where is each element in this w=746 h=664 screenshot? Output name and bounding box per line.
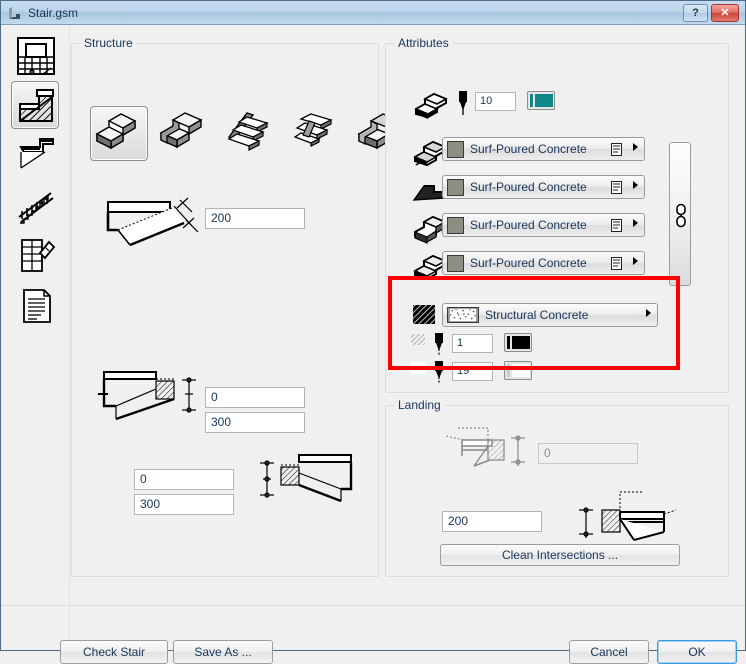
material-swatch [447,179,464,196]
sidebar-item-tread[interactable] [11,131,59,179]
slab-thickness-diagram [106,197,199,247]
material-top[interactable]: Surf-Poured Concrete [442,137,645,161]
material-swatch [447,217,464,234]
material-label: Surf-Poured Concrete [470,142,587,156]
pen-color-bar [530,94,533,107]
stair-tread-icon [19,138,54,169]
pen-color-button[interactable] [527,91,555,110]
cancel-button[interactable]: Cancel [569,640,649,664]
fill-pen-color-button[interactable] [504,333,532,352]
dialog-body: Structure 200 0 300 0 300 Attributes 10 … [1,25,745,664]
chain-link-icon [676,203,686,228]
material-bottom[interactable]: Surf-Poured Concrete [442,213,645,237]
structure-group-title: Structure [80,36,137,50]
landing-lower-input[interactable]: 200 [442,511,542,532]
dropdown-arrow-icon [633,257,638,265]
landing-group-title: Landing [394,398,445,412]
footer-separator [1,605,745,606]
material-label: Surf-Poured Concrete [470,256,587,270]
stair-3d-icon [414,92,448,119]
dropdown-arrow-icon [633,181,638,189]
fill-type-label: Structural Concrete [485,308,589,322]
material-side[interactable]: Surf-Poured Concrete [442,175,645,199]
pen-nib-icon [435,333,443,355]
document-icon [611,257,622,270]
link-materials-button[interactable] [669,142,691,286]
stair-structure-icon [19,89,54,122]
stair-app-icon [9,7,20,19]
save-as-button[interactable]: Save As ... [173,640,273,664]
background-pen-color-button[interactable] [504,361,532,380]
fill-pen-swatch-block [512,336,530,349]
sidebar-item-geometry[interactable] [11,231,59,279]
ok-button[interactable]: OK [657,640,737,664]
clean-intersections-button[interactable]: Clean Intersections ... [440,544,680,566]
lower-offset-diagram [260,454,353,503]
structure-type-1[interactable] [90,106,148,161]
sidebar-item-listing[interactable] [11,281,59,329]
pen-nib-icon [435,361,443,383]
attributes-group: Attributes 10 Surf-Poured Concrete Surf-… [385,36,729,393]
stair-geometry-icon [21,239,56,272]
document-icon [611,181,622,194]
title-bar: Stair.gsm ? ✕ [1,1,745,25]
material-end[interactable]: Surf-Poured Concrete [442,251,645,275]
landing-lower-diagram [579,491,677,541]
structure-group: Structure 200 0 300 0 300 [71,36,403,577]
lower-offset-input-2[interactable]: 300 [134,494,234,515]
stair-plan-icon [17,37,55,75]
material-swatch [447,255,464,272]
document-lines-icon [23,289,51,323]
pen-color-swatch [535,94,553,107]
landing-upper-input[interactable]: 0 [538,443,638,464]
document-icon [611,143,622,156]
fill-pen-input[interactable]: 1 [452,334,493,353]
document-icon [611,219,622,232]
dropdown-arrow-icon [633,143,638,151]
landing-group: Landing 0 200 Clean Intersections ... [385,398,729,577]
attributes-group-title: Attributes [394,36,453,50]
background-pen-input[interactable]: 19 [452,362,493,381]
stair-type-spine-icon [293,113,333,147]
background-pen-swatch-block [512,364,530,377]
stair-settings-dialog: Stair.gsm ? ✕ Structure 200 0 300 0 300 … [0,0,746,664]
window-title: Stair.gsm [28,6,79,20]
upper-offset-input-2[interactable]: 300 [205,412,305,433]
sidebar-item-plan-view[interactable] [11,31,59,79]
material-label: Surf-Poured Concrete [470,180,587,194]
hatch-fill-icon [413,305,435,324]
check-stair-button[interactable]: Check Stair [60,640,168,664]
dotted-concrete-pattern [447,307,479,323]
sidebar-item-structure[interactable] [11,81,59,129]
upper-offset-input-1[interactable]: 0 [205,387,305,408]
lower-offset-input-1[interactable]: 0 [134,469,234,490]
page-sidebar [1,25,70,650]
structure-type-4[interactable] [288,106,346,161]
stair-type-monolith-icon [95,113,137,150]
stair-railing-icon [18,192,54,224]
structure-type-2[interactable] [156,106,214,161]
upper-offset-diagram [98,371,196,421]
material-swatch [447,141,464,158]
background-pen-bar [507,364,510,377]
pen-nib-icon [459,91,467,115]
dropdown-arrow-icon [633,219,638,227]
pen-number-input[interactable]: 10 [475,92,516,111]
fill-pen-bar [507,336,510,349]
close-button[interactable]: ✕ [711,4,739,22]
slab-thickness-input[interactable]: 200 [205,208,305,229]
help-button[interactable]: ? [683,4,708,22]
structure-type-3[interactable] [222,106,280,161]
material-label: Surf-Poured Concrete [470,218,587,232]
dropdown-arrow-icon [646,309,651,317]
fill-type-dropdown[interactable]: Structural Concrete [442,303,658,327]
stair-type-stringer-icon [159,112,203,149]
stair-type-cantilever-icon [227,112,269,151]
sidebar-item-railing[interactable] [11,181,59,229]
